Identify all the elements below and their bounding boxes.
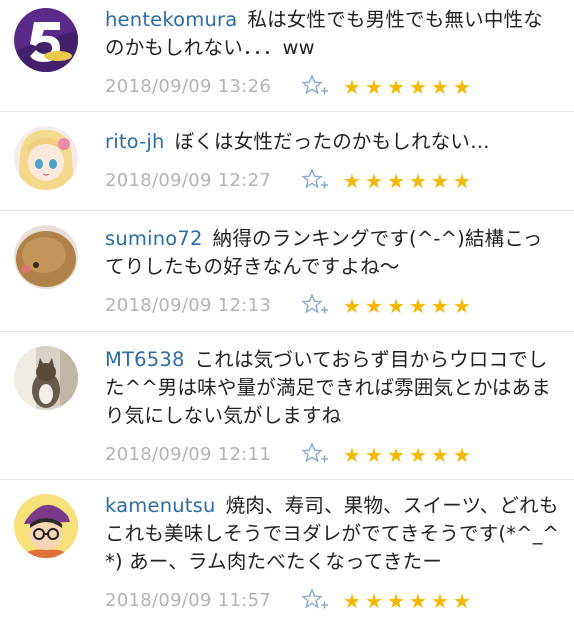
comment-text-block: sumino72 納得のランキングです(^-^)結構こってりしたもの好きなんですよ…: [105, 225, 560, 281]
comment-timestamp[interactable]: 2018/09/09 13:26: [105, 76, 271, 97]
comment-text-block: rito-jh ぼくは女性だったのかもしれない…: [105, 128, 560, 156]
star-icon: ★: [431, 75, 449, 99]
comment-body: hentekomura 私は女性でも男性でも無い中性なのかもしれない．．．ww 2…: [105, 6, 560, 104]
comment-meta: 2018/09/09 11:57 ★ ★ ★ ★ ★ ★: [105, 588, 560, 618]
comment-timestamp[interactable]: 2018/09/09 11:57: [105, 590, 271, 611]
add-star-icon[interactable]: [301, 588, 329, 614]
star-icon: ★: [431, 169, 449, 193]
star-icon: ★: [365, 443, 383, 467]
star-icon: ★: [387, 169, 405, 193]
comment-body: MT6538 これは気づいておらず目からウロコでした^^男は味や量が満足できれば雰…: [105, 346, 560, 472]
star-icon: ★: [387, 75, 405, 99]
star-icon: ★: [409, 443, 427, 467]
star-icon: ★: [409, 294, 427, 318]
star-rating: ★ ★ ★ ★ ★ ★: [341, 73, 473, 101]
avatar-hentekomura[interactable]: [14, 8, 78, 72]
star-icon: ★: [387, 443, 405, 467]
star-icon: ★: [453, 75, 471, 99]
star-icon: ★: [409, 75, 427, 99]
comment-username[interactable]: hentekomura: [105, 8, 237, 31]
star-icon: ★: [343, 75, 361, 99]
comment-timestamp[interactable]: 2018/09/09 12:11: [105, 444, 271, 465]
comment-timestamp[interactable]: 2018/09/09 12:27: [105, 170, 271, 191]
star-icon: ★: [387, 589, 405, 613]
star-icon: ★: [431, 443, 449, 467]
add-star-icon[interactable]: [301, 74, 329, 100]
add-star-icon[interactable]: [301, 293, 329, 319]
star-icon: ★: [365, 75, 383, 99]
star-icon: ★: [343, 294, 361, 318]
comment-timestamp[interactable]: 2018/09/09 12:13: [105, 295, 271, 316]
avatar-rito-jh[interactable]: [14, 126, 78, 190]
comment-meta: 2018/09/09 13:26 ★ ★ ★ ★ ★ ★: [105, 74, 560, 104]
star-icon: ★: [453, 589, 471, 613]
star-icon: ★: [365, 169, 383, 193]
star-icon: ★: [365, 294, 383, 318]
star-rating: ★ ★ ★ ★ ★ ★: [341, 292, 473, 320]
comment-username[interactable]: rito-jh: [105, 130, 165, 153]
comment-text-block: kamenutsu 焼肉、寿司、果物、スイーツ、どれもこれも美味しそうでヨダレがで…: [105, 492, 560, 576]
star-icon: ★: [453, 443, 471, 467]
comment-text-block: hentekomura 私は女性でも男性でも無い中性なのかもしれない．．．ww: [105, 6, 560, 62]
star-icon: ★: [431, 294, 449, 318]
star-icon: ★: [387, 294, 405, 318]
comment-username[interactable]: kamenutsu: [105, 494, 216, 517]
avatar-sumino72[interactable]: [14, 225, 78, 289]
star-icon: ★: [409, 169, 427, 193]
star-rating: ★ ★ ★ ★ ★ ★: [341, 167, 473, 195]
add-star-icon[interactable]: [301, 168, 329, 194]
star-icon: ★: [343, 443, 361, 467]
comment-text-block: MT6538 これは気づいておらず目からウロコでした^^男は味や量が満足できれば雰…: [105, 346, 560, 430]
star-rating: ★ ★ ★ ★ ★ ★: [341, 587, 473, 615]
comment-meta: 2018/09/09 12:27 ★ ★ ★ ★ ★ ★: [105, 168, 560, 198]
comment-username[interactable]: sumino72: [105, 227, 203, 250]
comment-meta: 2018/09/09 12:13 ★ ★ ★ ★ ★ ★: [105, 293, 560, 323]
add-star-icon[interactable]: [301, 442, 329, 468]
avatar-MT6538[interactable]: [14, 346, 78, 410]
comment-body: kamenutsu 焼肉、寿司、果物、スイーツ、どれもこれも美味しそうでヨダレがで…: [105, 492, 560, 618]
comment-body: sumino72 納得のランキングです(^-^)結構こってりしたもの好きなんですよ…: [105, 225, 560, 323]
separator: [0, 210, 574, 211]
separator: [0, 331, 574, 332]
separator: [0, 479, 574, 480]
star-icon: ★: [453, 169, 471, 193]
avatar-kamenutsu[interactable]: [14, 494, 78, 558]
star-icon: ★: [365, 589, 383, 613]
comment-text: ぼくは女性だったのかもしれない…: [174, 130, 490, 153]
star-rating: ★ ★ ★ ★ ★ ★: [341, 441, 473, 469]
star-icon: ★: [431, 589, 449, 613]
star-icon: ★: [343, 169, 361, 193]
separator: [0, 111, 574, 112]
comment-body: rito-jh ぼくは女性だったのかもしれない… 2018/09/09 12:27…: [105, 128, 560, 198]
comment-username[interactable]: MT6538: [105, 348, 185, 371]
star-icon: ★: [409, 589, 427, 613]
star-icon: ★: [343, 589, 361, 613]
comment-meta: 2018/09/09 12:11 ★ ★ ★ ★ ★ ★: [105, 442, 560, 472]
star-icon: ★: [453, 294, 471, 318]
